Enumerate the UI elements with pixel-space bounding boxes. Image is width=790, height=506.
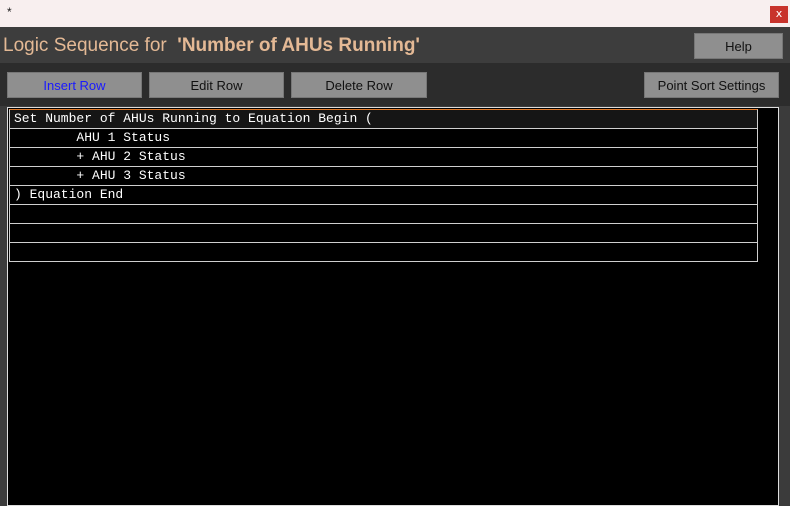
logic-editor[interactable]: Set Number of AHUs Running to Equation B…	[7, 107, 779, 506]
toolbar: Insert Row Edit Row Delete Row Point Sor…	[0, 63, 790, 106]
header-bar: Logic Sequence for 'Number of AHUs Runni…	[0, 27, 790, 63]
sequence-name: 'Number of AHUs Running'	[177, 35, 420, 56]
insert-row-button[interactable]: Insert Row	[7, 72, 142, 98]
page-title-prefix: Logic Sequence for	[3, 35, 173, 56]
edit-row-button[interactable]: Edit Row	[149, 72, 284, 98]
sequence-row[interactable]	[9, 205, 758, 224]
close-icon[interactable]: x	[770, 6, 788, 23]
sequence-row[interactable]: ) Equation End	[9, 186, 758, 205]
point-sort-settings-button[interactable]: Point Sort Settings	[644, 72, 779, 98]
unsaved-marker: *	[7, 5, 12, 19]
title-bar: * x	[0, 0, 790, 27]
sequence-rows: Set Number of AHUs Running to Equation B…	[9, 109, 758, 262]
sequence-row[interactable]	[9, 243, 758, 262]
sequence-row[interactable]: + AHU 3 Status	[9, 167, 758, 186]
sequence-row[interactable]: AHU 1 Status	[9, 129, 758, 148]
sequence-row[interactable]	[9, 224, 758, 243]
page-title: Logic Sequence for 'Number of AHUs Runni…	[3, 35, 420, 57]
sequence-row[interactable]: + AHU 2 Status	[9, 148, 758, 167]
delete-row-button[interactable]: Delete Row	[291, 72, 427, 98]
sequence-row[interactable]: Set Number of AHUs Running to Equation B…	[9, 109, 758, 129]
scroll-marker	[757, 147, 758, 150]
help-button[interactable]: Help	[694, 33, 783, 59]
